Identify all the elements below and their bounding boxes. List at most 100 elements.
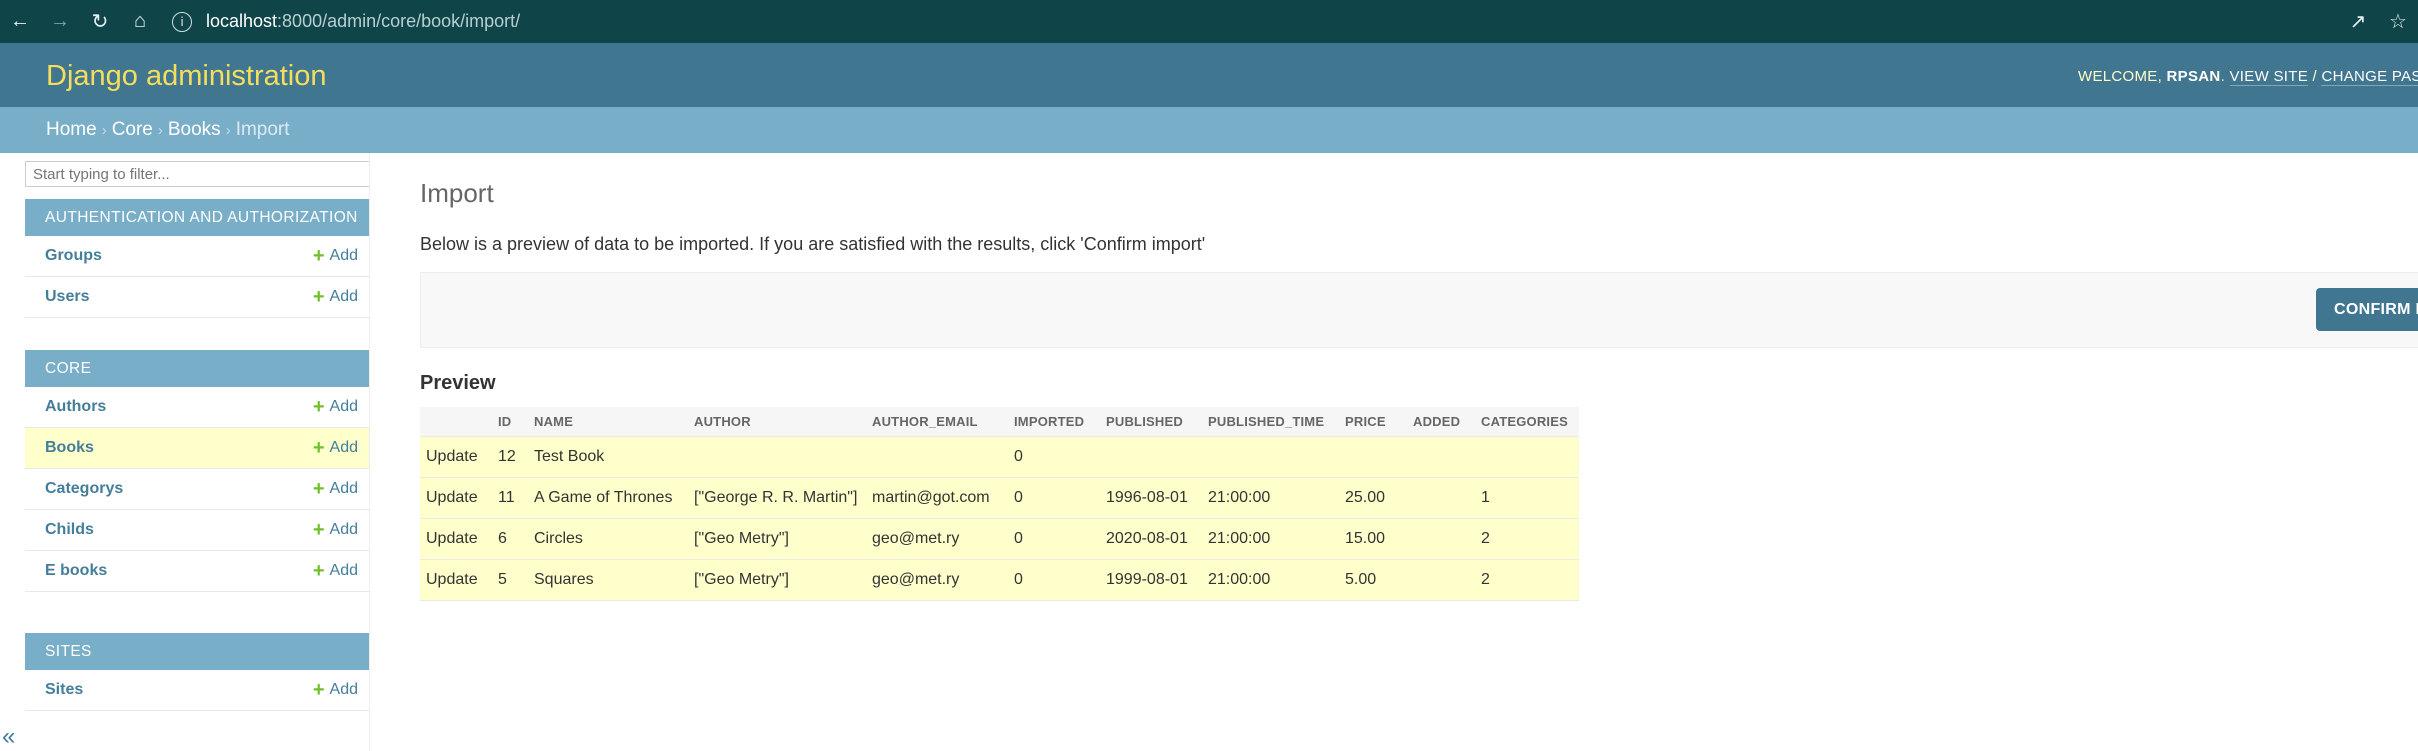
plus-icon: + (312, 437, 325, 459)
reload-icon[interactable]: ↻ (80, 0, 120, 43)
share-icon[interactable]: ↗ (2338, 0, 2378, 43)
table-row: Update 12 Test Book 0 (420, 436, 1579, 478)
plus-icon: + (312, 245, 325, 267)
table-cell (1407, 518, 1475, 560)
table-cell: 2 (1475, 518, 1579, 560)
table-cell: 6 (492, 518, 528, 560)
sidebar-item-sites: Sites + Add (25, 670, 370, 711)
table-cell: Test Book (528, 436, 688, 478)
bookmark-star-icon[interactable]: ☆ (2378, 0, 2418, 43)
module-auth: AUTHENTICATION AND AUTHORIZATION Groups … (25, 199, 370, 318)
view-site-link[interactable]: VIEW SITE (2229, 68, 2309, 86)
module-sites: SITES Sites + Add (25, 633, 370, 711)
column-header-price: PRICE (1339, 407, 1407, 437)
table-row: Update 11 A Game of Thrones ["George R. … (420, 477, 1579, 519)
forward-arrow-icon[interactable]: → (40, 0, 80, 43)
table-cell: 0 (1008, 477, 1100, 519)
table-cell (1407, 436, 1475, 478)
home-icon[interactable]: ⌂ (120, 0, 160, 43)
add-groups-button[interactable]: + Add (313, 246, 358, 266)
table-cell: geo@met.ry (866, 518, 1008, 560)
books-link[interactable]: Books (45, 439, 94, 457)
breadcrumb-separator: › (225, 121, 231, 139)
breadcrumb-core[interactable]: Core (112, 119, 153, 141)
table-cell (866, 436, 1008, 478)
table-cell: Update (420, 518, 492, 560)
table-cell (1475, 436, 1579, 478)
breadcrumb-home[interactable]: Home (46, 119, 97, 141)
table-cell: 1 (1475, 477, 1579, 519)
table-cell: 5 (492, 559, 528, 601)
change-password-link[interactable]: CHANGE PASSWOR (2321, 68, 2418, 86)
module-caption-auth[interactable]: AUTHENTICATION AND AUTHORIZATION (25, 199, 370, 236)
childs-link[interactable]: Childs (45, 521, 94, 539)
table-cell: 0 (1008, 559, 1100, 601)
groups-link[interactable]: Groups (45, 247, 102, 265)
page-title: Import (420, 178, 494, 208)
confirm-import-button[interactable]: CONFIRM IMPORT (2316, 288, 2418, 331)
add-label: Add (329, 439, 358, 456)
breadcrumb-current: Import (235, 119, 290, 140)
breadcrumb-books[interactable]: Books (168, 119, 221, 141)
add-e-books-button[interactable]: + Add (313, 561, 358, 581)
table-cell: ["George R. R. Martin"] (688, 477, 866, 519)
table-cell: ["Geo Metry"] (688, 518, 866, 560)
back-arrow-icon[interactable]: ← (0, 0, 40, 43)
add-users-button[interactable]: + Add (313, 287, 358, 307)
table-cell: Update (420, 477, 492, 519)
add-label: Add (329, 398, 358, 415)
add-categorys-button[interactable]: + Add (313, 479, 358, 499)
table-cell: 11 (492, 477, 528, 519)
table-cell: 0 (1008, 436, 1100, 478)
table-row: Update 5 Squares ["Geo Metry"] geo@met.r… (420, 559, 1579, 601)
table-cell: 0 (1008, 518, 1100, 560)
table-cell: A Game of Thrones (528, 477, 688, 519)
table-header-row: ID NAME AUTHOR AUTHOR_EMAIL IMPORTED PUB… (420, 407, 1579, 437)
table-cell (1100, 436, 1202, 478)
import-preview-table: ID NAME AUTHOR AUTHOR_EMAIL IMPORTED PUB… (420, 407, 1579, 601)
welcome-text: WELCOME, (2078, 68, 2163, 85)
add-books-button[interactable]: + Add (313, 438, 358, 458)
add-label: Add (329, 562, 358, 579)
sidebar-item-users: Users + Add (25, 277, 370, 318)
column-header-name: NAME (528, 407, 688, 437)
table-cell: Update (420, 436, 492, 478)
sidebar-item-childs: Childs + Add (25, 510, 370, 551)
table-cell (1339, 436, 1407, 478)
table-cell: ["Geo Metry"] (688, 559, 866, 601)
module-caption-sites[interactable]: SITES (25, 633, 370, 670)
categorys-link[interactable]: Categorys (45, 480, 123, 498)
table-cell (1202, 436, 1339, 478)
table-cell (688, 436, 866, 478)
site-branding[interactable]: Django administration (46, 60, 326, 93)
plus-icon: + (312, 560, 325, 582)
add-label: Add (329, 480, 358, 497)
table-cell: 1996-08-01 (1100, 477, 1202, 519)
column-header-imported: IMPORTED (1008, 407, 1100, 437)
column-header-categories: CATEGORIES (1475, 407, 1579, 437)
e-books-link[interactable]: E books (45, 562, 107, 580)
sidebar-filter-input[interactable] (25, 161, 370, 187)
sites-link[interactable]: Sites (45, 681, 83, 699)
add-authors-button[interactable]: + Add (313, 397, 358, 417)
users-link[interactable]: Users (45, 288, 89, 306)
module-caption-core[interactable]: CORE (25, 350, 370, 387)
user-tools: WELCOME, RPSAN. VIEW SITE / CHANGE PASSW… (2078, 68, 2418, 86)
module-core: CORE Authors + Add Books + Add Categorys +… (25, 350, 370, 592)
add-sites-button[interactable]: + Add (313, 680, 358, 700)
site-info-icon[interactable]: i (172, 11, 192, 32)
plus-icon: + (312, 396, 325, 418)
breadcrumb: Home › Core › Books › Import (0, 107, 2418, 153)
table-cell: Squares (528, 559, 688, 601)
sidebar-collapse-toggle[interactable]: « (2, 723, 15, 751)
table-cell: 12 (492, 436, 528, 478)
plus-icon: + (312, 679, 325, 701)
breadcrumb-separator: › (157, 121, 163, 139)
column-header-import-type (420, 407, 492, 437)
add-childs-button[interactable]: + Add (313, 520, 358, 540)
table-cell: 25.00 (1339, 477, 1407, 519)
authors-link[interactable]: Authors (45, 398, 106, 416)
table-cell: Update (420, 559, 492, 601)
address-bar[interactable]: i localhost:8000/admin/core/book/import/ (172, 5, 2418, 38)
add-label: Add (329, 288, 358, 305)
